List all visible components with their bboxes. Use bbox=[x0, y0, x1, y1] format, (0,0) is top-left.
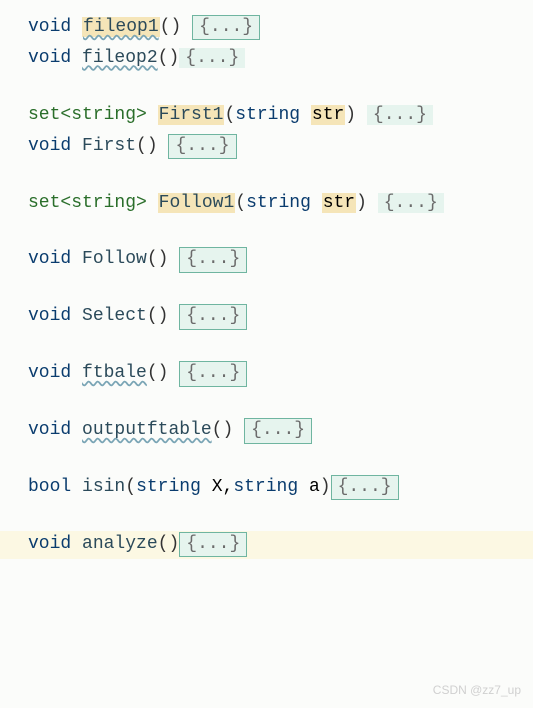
code-fold-icon[interactable]: {...} bbox=[244, 418, 312, 443]
paren-open: ( bbox=[158, 48, 169, 68]
paren-close: ) bbox=[170, 17, 181, 37]
code-fold-icon[interactable]: {...} bbox=[179, 304, 247, 329]
blank-line bbox=[28, 505, 533, 531]
code-fold-icon[interactable]: {...} bbox=[179, 48, 245, 68]
code-fold-icon[interactable]: {...} bbox=[331, 475, 399, 500]
code-line[interactable]: void First() {...} bbox=[28, 133, 533, 161]
paren-open: ( bbox=[147, 363, 158, 383]
code-line[interactable]: void Follow() {...} bbox=[28, 246, 533, 274]
return-type: void bbox=[28, 363, 71, 383]
code-fold-icon[interactable]: {...} bbox=[179, 361, 247, 386]
return-type: void bbox=[28, 136, 71, 156]
function-name: isin bbox=[82, 477, 125, 497]
code-line[interactable]: bool isin(string X,string a){...} bbox=[28, 474, 533, 502]
function-name: First1 bbox=[158, 105, 225, 125]
return-type: void bbox=[28, 420, 71, 440]
code-line[interactable]: set<string> First1(string str) {...} bbox=[28, 102, 533, 130]
watermark: CSDN @zz7_up bbox=[433, 681, 521, 700]
blank-line bbox=[28, 334, 533, 360]
code-fold-icon[interactable]: {...} bbox=[367, 105, 433, 125]
paren-open: ( bbox=[125, 477, 136, 497]
paren-open: ( bbox=[147, 306, 158, 326]
blank-line bbox=[28, 448, 533, 474]
paren-close: ) bbox=[168, 48, 179, 68]
function-name: Select bbox=[82, 306, 147, 326]
blank-line bbox=[28, 391, 533, 417]
code-line[interactable]: void analyze(){...} bbox=[0, 531, 533, 559]
paren-close: ) bbox=[158, 363, 169, 383]
paren-close: ) bbox=[320, 477, 331, 497]
paren-close: ) bbox=[158, 306, 169, 326]
return-type: set<string> bbox=[28, 105, 147, 125]
paren-close: ) bbox=[147, 136, 158, 156]
blank-line bbox=[28, 277, 533, 303]
return-type: void bbox=[28, 249, 71, 269]
param-type: string bbox=[136, 477, 201, 497]
function-name: analyze bbox=[82, 534, 158, 554]
code-fold-icon[interactable]: {...} bbox=[192, 15, 260, 40]
function-name: outputftable bbox=[82, 420, 212, 440]
code-line[interactable]: void fileop1() {...} bbox=[28, 14, 533, 42]
param-name: X bbox=[212, 477, 223, 497]
code-line[interactable]: void ftbale() {...} bbox=[28, 360, 533, 388]
paren-close: ) bbox=[158, 249, 169, 269]
return-type: void bbox=[28, 534, 71, 554]
paren-close: ) bbox=[345, 105, 356, 125]
code-line[interactable]: set<string> Follow1(string str) {...} bbox=[28, 190, 533, 218]
code-fold-icon[interactable]: {...} bbox=[378, 193, 444, 213]
function-name: ftbale bbox=[82, 363, 147, 383]
function-name: fileop1 bbox=[82, 17, 160, 37]
blank-line bbox=[28, 220, 533, 246]
code-fold-icon[interactable]: {...} bbox=[179, 247, 247, 272]
param-name: str bbox=[312, 105, 344, 125]
function-name: First bbox=[82, 136, 136, 156]
param-type: string bbox=[233, 477, 298, 497]
function-name: fileop2 bbox=[82, 48, 158, 68]
return-type: bool bbox=[28, 477, 71, 497]
param-name: str bbox=[323, 193, 355, 213]
paren-open: ( bbox=[160, 17, 171, 37]
return-type: set<string> bbox=[28, 193, 147, 213]
param-type: string bbox=[235, 105, 300, 125]
code-line[interactable]: void fileop2(){...} bbox=[28, 45, 533, 73]
code-editor: void fileop1() {...}void fileop2(){...}s… bbox=[28, 14, 533, 559]
paren-open: ( bbox=[212, 420, 223, 440]
paren-open: ( bbox=[158, 534, 169, 554]
paren-close: ) bbox=[168, 534, 179, 554]
code-fold-icon[interactable]: {...} bbox=[168, 134, 236, 159]
paren-close: ) bbox=[356, 193, 367, 213]
function-name: Follow bbox=[82, 249, 147, 269]
code-line[interactable]: void Select() {...} bbox=[28, 303, 533, 331]
param-name: a bbox=[309, 477, 320, 497]
paren-close: ) bbox=[222, 420, 233, 440]
code-line[interactable]: void outputftable() {...} bbox=[28, 417, 533, 445]
function-name: Follow1 bbox=[158, 193, 236, 213]
blank-line bbox=[28, 76, 533, 102]
blank-line bbox=[28, 164, 533, 190]
code-fold-icon[interactable]: {...} bbox=[179, 532, 247, 557]
param-type: string bbox=[246, 193, 311, 213]
return-type: void bbox=[28, 17, 71, 37]
paren-open: ( bbox=[136, 136, 147, 156]
return-type: void bbox=[28, 48, 71, 68]
return-type: void bbox=[28, 306, 71, 326]
paren-open: ( bbox=[224, 105, 235, 125]
paren-open: ( bbox=[147, 249, 158, 269]
paren-open: ( bbox=[235, 193, 246, 213]
